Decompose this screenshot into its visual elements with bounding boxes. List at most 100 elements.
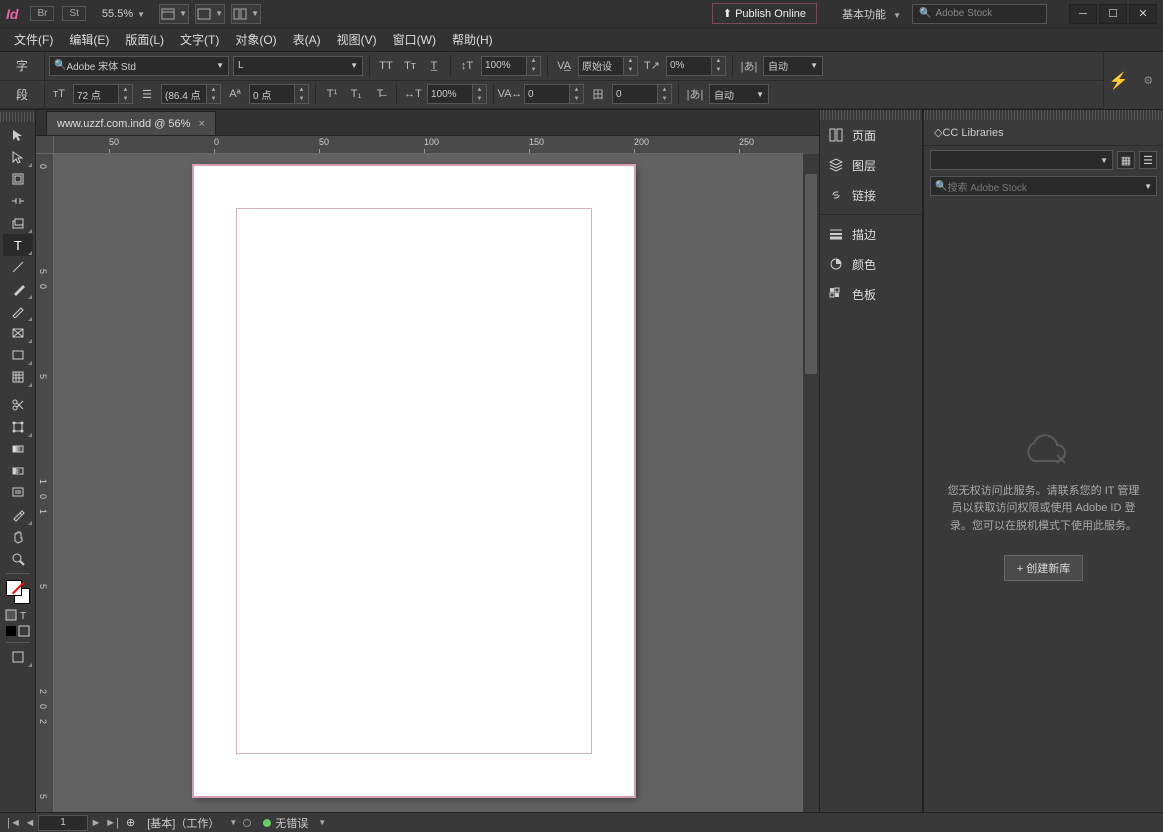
- menu-view[interactable]: 视图(V): [329, 29, 385, 50]
- arrange-docs-icon[interactable]: ▼: [231, 4, 261, 24]
- view-options-icon[interactable]: ▼: [159, 4, 189, 24]
- menu-object[interactable]: 对象(O): [227, 29, 284, 50]
- allcaps-icon[interactable]: TT: [376, 56, 396, 76]
- horizontal-grid-tool[interactable]: [3, 366, 33, 388]
- grid-view-icon[interactable]: ▦: [1117, 151, 1135, 169]
- vscale-input[interactable]: ▲▼: [481, 56, 541, 76]
- screen-mode-icon[interactable]: ▼: [195, 4, 225, 24]
- page-number-input[interactable]: [38, 815, 88, 831]
- menu-type[interactable]: 文字(T): [172, 29, 227, 50]
- zoom-level[interactable]: 55.5%▼: [102, 8, 145, 20]
- line-tool[interactable]: [3, 256, 33, 278]
- pencil-tool[interactable]: [3, 300, 33, 322]
- cc-panel-grip[interactable]: [924, 110, 1163, 120]
- hand-tool[interactable]: [3, 526, 33, 548]
- gap-tool[interactable]: [3, 190, 33, 212]
- adobe-stock-search[interactable]: 🔍 Adobe Stock: [912, 4, 1047, 24]
- smallcaps-icon[interactable]: Tᴛ: [400, 56, 420, 76]
- character-mode-button[interactable]: 字: [0, 52, 45, 81]
- list-view-icon[interactable]: ☰: [1139, 151, 1157, 169]
- page[interactable]: [194, 166, 634, 796]
- last-page-button[interactable]: ►|: [104, 817, 120, 829]
- toolbox-grip[interactable]: [0, 112, 35, 122]
- document-tab[interactable]: www.uzzf.com.indd @ 56% ×: [46, 111, 216, 135]
- rectangle-frame-tool[interactable]: [3, 322, 33, 344]
- cc-search-input[interactable]: 🔍 搜索 Adobe Stock▼: [930, 176, 1157, 196]
- skew-input[interactable]: ▲▼: [666, 56, 726, 76]
- ruler-origin[interactable]: [36, 136, 54, 154]
- menu-table[interactable]: 表(A): [285, 29, 329, 50]
- menu-layout[interactable]: 版面(L): [117, 29, 172, 50]
- panel-swatches[interactable]: 色板: [820, 279, 922, 309]
- close-tab-icon[interactable]: ×: [198, 118, 204, 130]
- page-tool[interactable]: [3, 168, 33, 190]
- free-transform-tool[interactable]: [3, 416, 33, 438]
- panel-links[interactable]: 链接: [820, 180, 922, 210]
- kerning-input[interactable]: ▲▼: [578, 56, 638, 76]
- zoom-tool[interactable]: [3, 548, 33, 570]
- document-canvas[interactable]: 50 0 50 100 150 200 250 0 5 0 5 1 0 1 5 …: [36, 136, 819, 812]
- panel-dock-grip[interactable]: [820, 110, 922, 120]
- minimize-button[interactable]: ─: [1069, 4, 1097, 24]
- strikethrough-icon[interactable]: T̶: [370, 84, 390, 104]
- note-tool[interactable]: [3, 482, 33, 504]
- panel-pages[interactable]: 页面: [820, 120, 922, 150]
- prev-page-button[interactable]: ◄: [22, 817, 38, 829]
- panel-color[interactable]: 颜色: [820, 249, 922, 279]
- content-collector-tool[interactable]: [3, 212, 33, 234]
- underline-icon[interactable]: T̲: [424, 56, 444, 76]
- quick-apply-icon[interactable]: ⚡: [1109, 71, 1129, 91]
- font-style-combo[interactable]: L▼: [233, 56, 363, 76]
- create-library-button[interactable]: + 创建新库: [1004, 555, 1083, 581]
- gradient-swatch-tool[interactable]: [3, 438, 33, 460]
- gradient-feather-tool[interactable]: [3, 460, 33, 482]
- horizontal-ruler[interactable]: 50 0 50 100 150 200 250: [54, 136, 803, 154]
- library-selector[interactable]: ▼: [930, 150, 1113, 170]
- preflight-menu-icon[interactable]: ⊕: [120, 816, 141, 829]
- view-mode-normal[interactable]: [3, 646, 33, 668]
- first-page-button[interactable]: |◄: [6, 817, 22, 829]
- auto-combo-1[interactable]: 自动▼: [763, 56, 823, 76]
- font-size-input[interactable]: ▲▼: [73, 84, 133, 104]
- pasteboard[interactable]: [54, 154, 803, 812]
- direct-selection-tool[interactable]: [3, 146, 33, 168]
- control-menu-icon[interactable]: ⚙: [1138, 71, 1158, 91]
- menu-edit[interactable]: 编辑(E): [61, 29, 117, 50]
- panel-stroke[interactable]: 描边: [820, 219, 922, 249]
- apply-color-icon[interactable]: [3, 623, 33, 639]
- maximize-button[interactable]: ☐: [1099, 4, 1127, 24]
- pen-tool[interactable]: [3, 278, 33, 300]
- preflight-ok-icon: [263, 819, 271, 827]
- auto-combo-2[interactable]: 自动▼: [709, 84, 769, 104]
- cc-libraries-tab[interactable]: ◇ CC Libraries: [924, 120, 1163, 146]
- menu-file[interactable]: 文件(F): [6, 29, 61, 50]
- selection-tool[interactable]: [3, 124, 33, 146]
- menu-window[interactable]: 窗口(W): [385, 29, 444, 50]
- preset-label[interactable]: [基本]（工作）: [141, 815, 225, 831]
- leading-input[interactable]: ▲▼: [161, 84, 221, 104]
- paragraph-mode-button[interactable]: 段: [0, 81, 45, 110]
- vertical-ruler[interactable]: 0 5 0 5 1 0 1 5 2 0 2 5: [36, 154, 54, 812]
- publish-online-button[interactable]: ⬆ Publish Online: [712, 3, 817, 24]
- superscript-icon[interactable]: T¹: [322, 84, 342, 104]
- eyedropper-tool[interactable]: [3, 504, 33, 526]
- rectangle-tool[interactable]: [3, 344, 33, 366]
- next-page-button[interactable]: ►: [88, 817, 104, 829]
- format-container-icon[interactable]: T: [3, 607, 33, 623]
- panel-layers[interactable]: 图层: [820, 150, 922, 180]
- close-button[interactable]: ✕: [1129, 4, 1157, 24]
- vertical-scrollbar[interactable]: [803, 154, 819, 812]
- subscript-icon[interactable]: T₁: [346, 84, 366, 104]
- type-tool[interactable]: T: [3, 234, 33, 256]
- bridge-chip[interactable]: Br: [30, 6, 54, 21]
- baseline-input[interactable]: ▲▼: [249, 84, 309, 104]
- workspace-selector[interactable]: 基本功能 ▼: [831, 2, 912, 26]
- grid-input[interactable]: ▲▼: [612, 84, 672, 104]
- hscale-input[interactable]: ▲▼: [427, 84, 487, 104]
- fill-stroke-swatch[interactable]: [3, 577, 33, 607]
- font-family-combo[interactable]: 🔍 Adobe 宋体 Std▼: [49, 56, 229, 76]
- menu-help[interactable]: 帮助(H): [444, 29, 501, 50]
- stock-chip[interactable]: St: [62, 6, 85, 21]
- scissors-tool[interactable]: [3, 394, 33, 416]
- tracking-input[interactable]: ▲▼: [524, 84, 584, 104]
